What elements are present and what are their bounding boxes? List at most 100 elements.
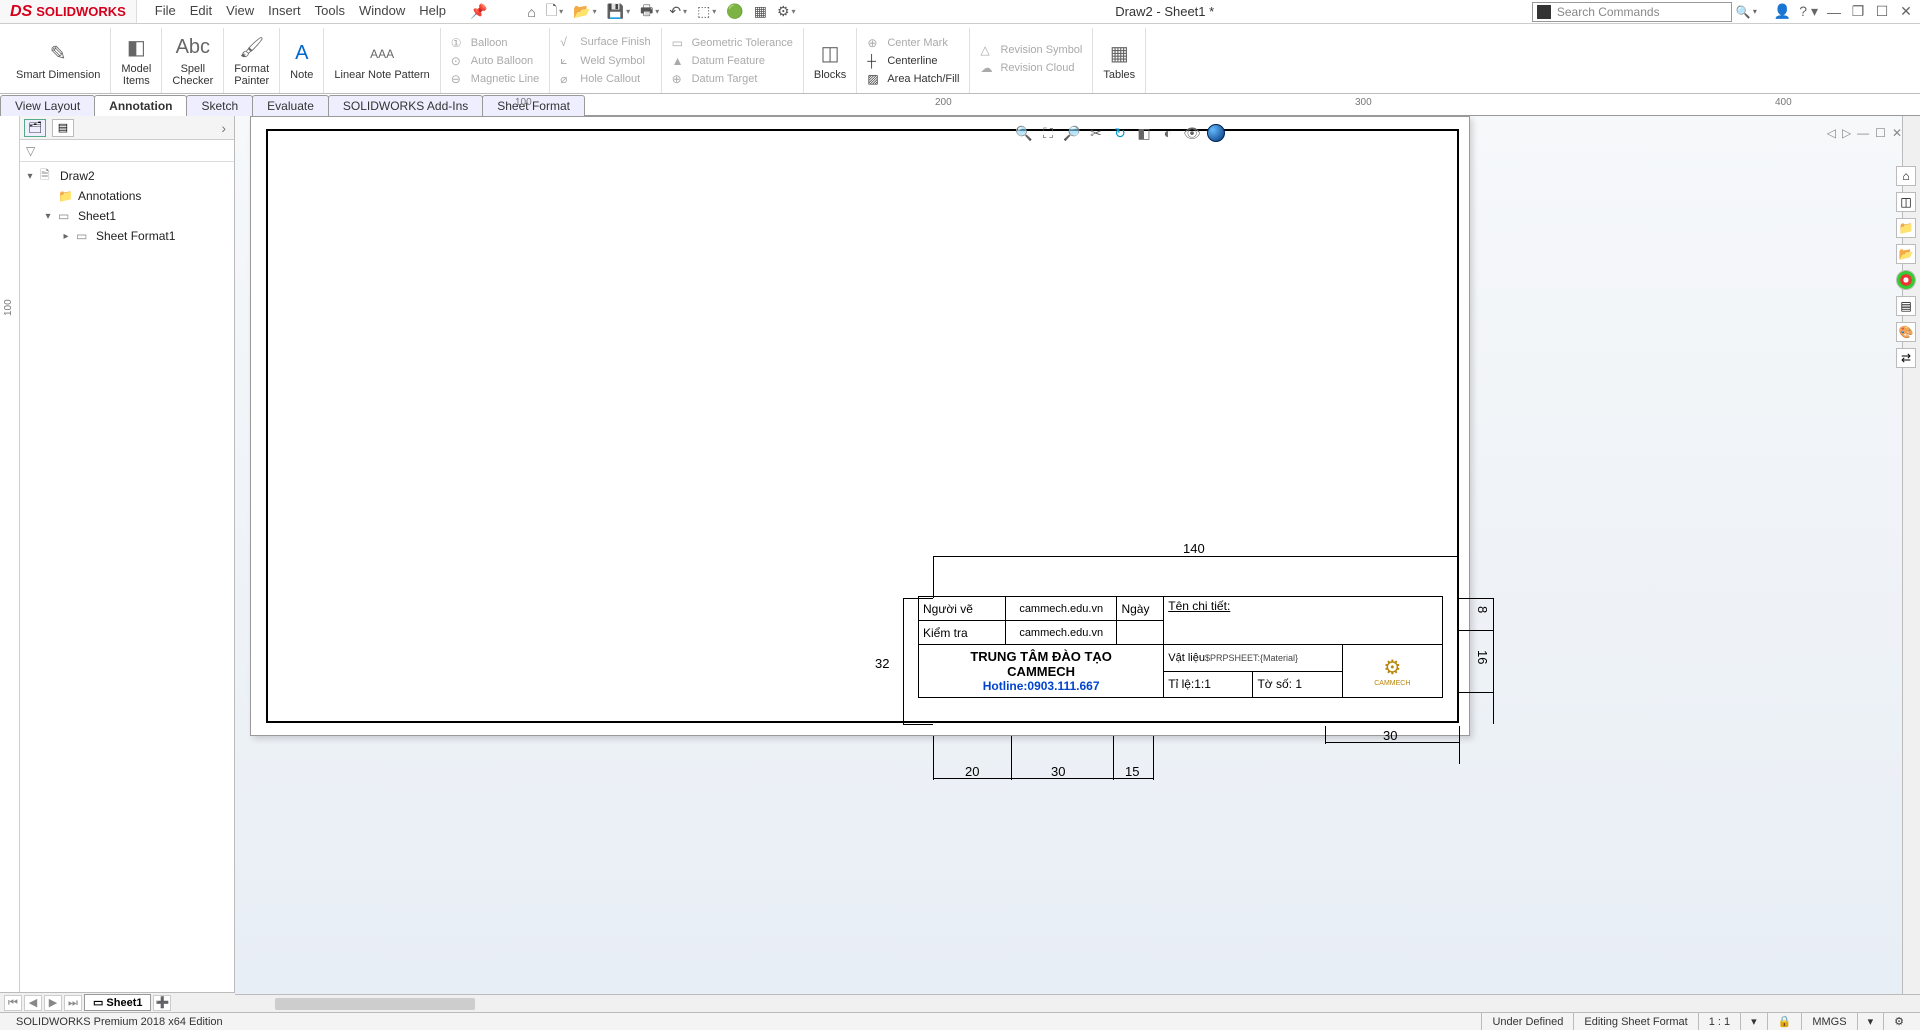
qat-select-icon[interactable]: ⬚▾ (695, 3, 718, 20)
tree-sheet-format[interactable]: ▸▭Sheet Format1 (24, 226, 230, 246)
smart-dimension-button[interactable]: ✎ Smart Dimension (6, 28, 111, 93)
area-hatch-button[interactable]: ▨Area Hatch/Fill (867, 72, 959, 86)
qat-new-icon[interactable]: 🗋▾ (544, 0, 565, 24)
datum-feature-button[interactable]: ▲Datum Feature (672, 54, 793, 68)
qat-save-icon[interactable]: 💾▾ (605, 3, 632, 20)
restore-button[interactable]: ❐ (1850, 3, 1866, 20)
scrollbar-thumb[interactable] (275, 998, 475, 1010)
close-button[interactable]: ✕ (1898, 3, 1914, 20)
help-icon[interactable]: ? ▾ (1799, 3, 1818, 20)
sheet-nav-prev-icon[interactable]: ◀ (24, 995, 42, 1011)
expand-panel-icon[interactable]: › (221, 120, 230, 136)
menu-view[interactable]: View (226, 3, 254, 20)
feature-tree-tab-icon[interactable]: 🗂 (24, 119, 46, 137)
balloon-button[interactable]: ①Balloon (451, 36, 540, 50)
horizontal-scrollbar[interactable] (235, 994, 1920, 1012)
hide-show-icon[interactable]: ◐ (1159, 125, 1177, 141)
task-home-icon[interactable]: ⌂ (1896, 166, 1916, 186)
status-units[interactable]: MMGS (1801, 1013, 1856, 1030)
dimension-30b[interactable]: 30 (1383, 728, 1397, 743)
task-chrome-icon[interactable] (1896, 270, 1916, 290)
tables-button[interactable]: ▦ Tables (1093, 28, 1146, 93)
property-manager-tab-icon[interactable]: ▤ (52, 119, 74, 137)
tree-sheet[interactable]: ▾▭Sheet1 (24, 206, 230, 226)
qat-rebuild-icon[interactable]: 🟢 (724, 3, 745, 20)
menu-edit[interactable]: Edit (190, 3, 212, 20)
tb-tenchitiet[interactable]: Tên chi tiết: (1168, 599, 1230, 613)
task-resources-icon[interactable]: ◫ (1896, 192, 1916, 212)
auto-balloon-button[interactable]: ⊙Auto Balloon (451, 54, 540, 68)
dimension-16[interactable]: 16 (1475, 650, 1490, 664)
task-appearance-icon[interactable]: 🎨 (1896, 322, 1916, 342)
tab-evaluate[interactable]: Evaluate (252, 95, 329, 116)
note-button[interactable]: A Note (280, 28, 324, 93)
zoom-area-icon[interactable]: ⛶ (1039, 125, 1057, 142)
sheet-nav-first-icon[interactable]: ⏮ (4, 995, 22, 1011)
qat-home-icon[interactable]: ⌂ (525, 4, 537, 20)
appearance-globe-icon[interactable] (1207, 124, 1225, 142)
vp-min-icon[interactable]: — (1857, 126, 1869, 140)
weld-symbol-button[interactable]: ⟀Weld Symbol (560, 53, 650, 68)
display-style-icon[interactable]: ◧ (1135, 125, 1153, 142)
qat-undo-icon[interactable]: ↶▾ (667, 3, 689, 20)
tb-toso[interactable]: Tờ số: 1 (1253, 671, 1342, 698)
section-view-icon[interactable]: ✂ (1087, 125, 1105, 142)
qat-settings-icon[interactable]: ⚙▾ (775, 3, 798, 20)
tree-root[interactable]: ▾🗎Draw2 (24, 166, 230, 186)
dimension-32[interactable]: 32 (875, 656, 889, 671)
dimension-20[interactable]: 20 (965, 764, 979, 779)
menu-insert[interactable]: Insert (268, 3, 301, 20)
task-palette-icon[interactable]: ▤ (1896, 296, 1916, 316)
pin-icon[interactable]: 📌 (470, 3, 487, 20)
qat-options-icon[interactable]: ▦ (752, 3, 769, 20)
tb-matprop[interactable]: $PRPSHEET:{Material} (1205, 653, 1298, 663)
zoom-fit-icon[interactable]: 🔍 (1015, 125, 1033, 142)
status-scale[interactable]: 1 : 1 (1698, 1013, 1740, 1030)
vp-prev-icon[interactable]: ◁ (1827, 126, 1836, 140)
geometric-tolerance-button[interactable]: ▭Geometric Tolerance (672, 36, 793, 50)
dimension-140[interactable]: 140 (1183, 541, 1205, 556)
hole-callout-button[interactable]: ⌀Hole Callout (560, 72, 650, 86)
tab-annotation[interactable]: Annotation (94, 95, 187, 116)
datum-target-button[interactable]: ⊕Datum Target (672, 72, 793, 86)
tb-kiemtra-value[interactable]: cammech.edu.vn (1005, 621, 1116, 645)
vp-close-icon[interactable]: ✕ (1892, 126, 1902, 140)
center-mark-button[interactable]: ⊕Center Mark (867, 36, 959, 50)
qat-print-icon[interactable]: 🖶▾ (638, 0, 661, 24)
status-gear-icon[interactable]: ⚙ (1883, 1013, 1914, 1030)
revision-cloud-button[interactable]: ☁Revision Cloud (980, 61, 1082, 75)
task-custom-icon[interactable]: ⇄ (1896, 348, 1916, 368)
minimize-button[interactable]: — (1826, 4, 1842, 20)
tb-ngay-value[interactable] (1117, 621, 1164, 645)
blocks-button[interactable]: ◫ Blocks (804, 28, 857, 93)
prev-view-icon[interactable]: 🔎 (1063, 125, 1081, 142)
tb-nguoive-value[interactable]: cammech.edu.vn (1005, 597, 1116, 621)
tab-sketch[interactable]: Sketch (186, 95, 253, 116)
tree-filter-input[interactable]: ▽ (20, 140, 234, 162)
tab-view-layout[interactable]: View Layout (0, 95, 95, 116)
status-lock-icon[interactable]: 🔒 (1767, 1013, 1802, 1030)
sheet-nav-last-icon[interactable]: ⏭ (64, 995, 82, 1011)
menu-file[interactable]: File (155, 3, 176, 20)
qat-open-icon[interactable]: 📂▾ (571, 3, 598, 20)
dimension-30a[interactable]: 30 (1051, 764, 1065, 779)
tb-tile[interactable]: Tỉ lệ:1:1 (1164, 671, 1253, 698)
sheet-nav-next-icon[interactable]: ▶ (44, 995, 62, 1011)
tab-solidworks-addins[interactable]: SOLIDWORKS Add-Ins (328, 95, 483, 116)
search-commands-input[interactable]: Search Commands (1532, 2, 1732, 22)
dimension-15[interactable]: 15 (1125, 764, 1139, 779)
task-library-icon[interactable]: 📁 (1896, 218, 1916, 238)
rotate-icon[interactable]: ↻ (1111, 125, 1129, 142)
vp-next-icon[interactable]: ▷ (1842, 126, 1851, 140)
model-items-button[interactable]: ◧ Model Items (111, 28, 162, 93)
title-block[interactable]: Người vẽ cammech.edu.vn Ngày Tên chi tiế… (918, 596, 1443, 698)
drawing-canvas[interactable]: 🔍 ⛶ 🔎 ✂ ↻ ◧ ◐ 👁 ◁ ▷ — ☐ ✕ 140 32 (235, 116, 1920, 996)
search-icon[interactable]: 🔍▾ (1736, 5, 1756, 19)
dimension-8[interactable]: 8 (1475, 606, 1490, 613)
user-icon[interactable]: 👤 (1774, 3, 1791, 20)
magnetic-line-button[interactable]: ⊖Magnetic Line (451, 72, 540, 86)
add-sheet-icon[interactable]: ➕ (153, 995, 171, 1011)
maximize-button[interactable]: ☐ (1874, 3, 1890, 20)
format-painter-button[interactable]: 🖌 Format Painter (224, 28, 280, 93)
tree-annotations[interactable]: 📁Annotations (24, 186, 230, 206)
